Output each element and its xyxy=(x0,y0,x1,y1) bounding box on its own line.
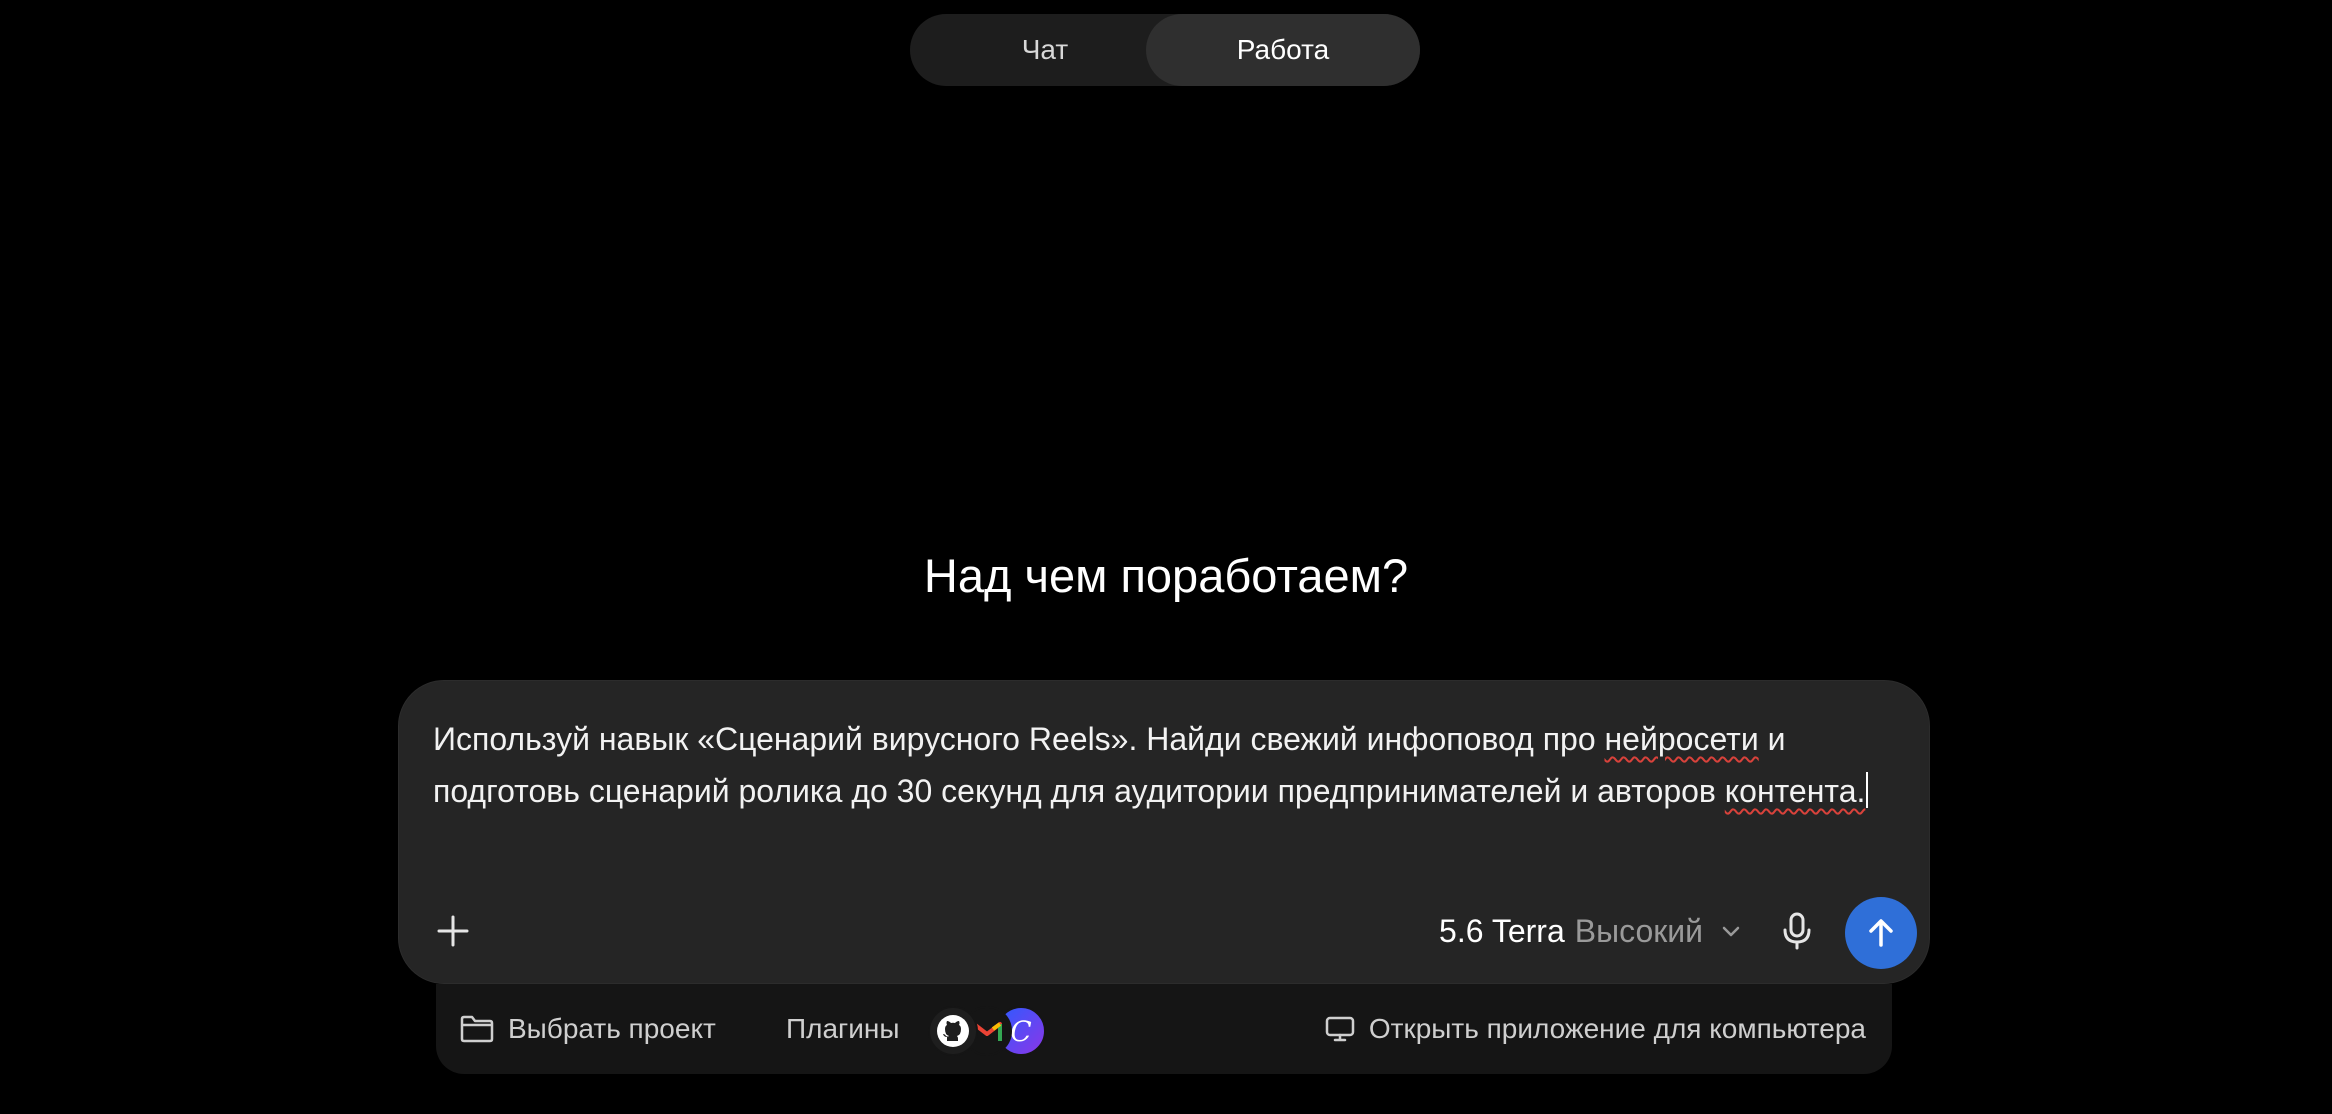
model-name: 5.6 Terra xyxy=(1439,912,1565,949)
mode-toggle: Чат Работа xyxy=(910,14,1420,86)
choose-project-label: Выбрать проект xyxy=(508,1013,716,1044)
add-attachment-button[interactable] xyxy=(427,905,479,957)
text-caret xyxy=(1866,772,1869,808)
composer: Используй навык «Сценарий вирусного Reel… xyxy=(398,680,1930,984)
model-level: Высокий xyxy=(1574,912,1703,949)
page: Чат Работа Над чем поработаем? Используй… xyxy=(0,0,2332,1114)
open-desktop-app-button[interactable]: Открыть приложение для компьютера xyxy=(1325,984,1866,1074)
choose-project-button[interactable]: Выбрать проект xyxy=(460,984,716,1074)
plugin-icons[interactable]: C xyxy=(928,1006,1048,1056)
arrow-up-icon xyxy=(1869,919,1893,947)
open-desktop-app-label: Открыть приложение для компьютера xyxy=(1368,1013,1866,1044)
github-icon xyxy=(928,1006,978,1056)
prompt-text-part1: Используй навык «Сценарий вирусного Reel… xyxy=(433,721,1605,757)
bottom-bar: Выбрать проект Плагины C Открыть приложе… xyxy=(436,984,1892,1074)
tab-chat[interactable]: Чат xyxy=(910,14,1180,86)
monitor-icon xyxy=(1325,1016,1355,1042)
prompt-misspelled-word-1: нейросети xyxy=(1604,721,1759,757)
send-button[interactable] xyxy=(1845,897,1917,969)
microphone-icon xyxy=(1783,912,1811,950)
folder-icon xyxy=(460,1015,494,1043)
tab-work[interactable]: Работа xyxy=(1146,14,1420,86)
model-selector[interactable]: 5.6 Terra Высокий xyxy=(1439,903,1743,959)
page-title: Над чем поработаем? xyxy=(923,549,1409,602)
prompt-input[interactable]: Используй навык «Сценарий вирусного Reel… xyxy=(433,713,1873,817)
voice-input-button[interactable] xyxy=(1771,905,1823,957)
chevron-down-icon xyxy=(1722,926,1740,937)
plugins-label: Плагины xyxy=(786,1013,900,1044)
prompt-misspelled-word-2: контента. xyxy=(1724,773,1866,809)
plus-icon xyxy=(437,915,469,947)
plugins-button[interactable]: Плагины xyxy=(786,984,899,1074)
